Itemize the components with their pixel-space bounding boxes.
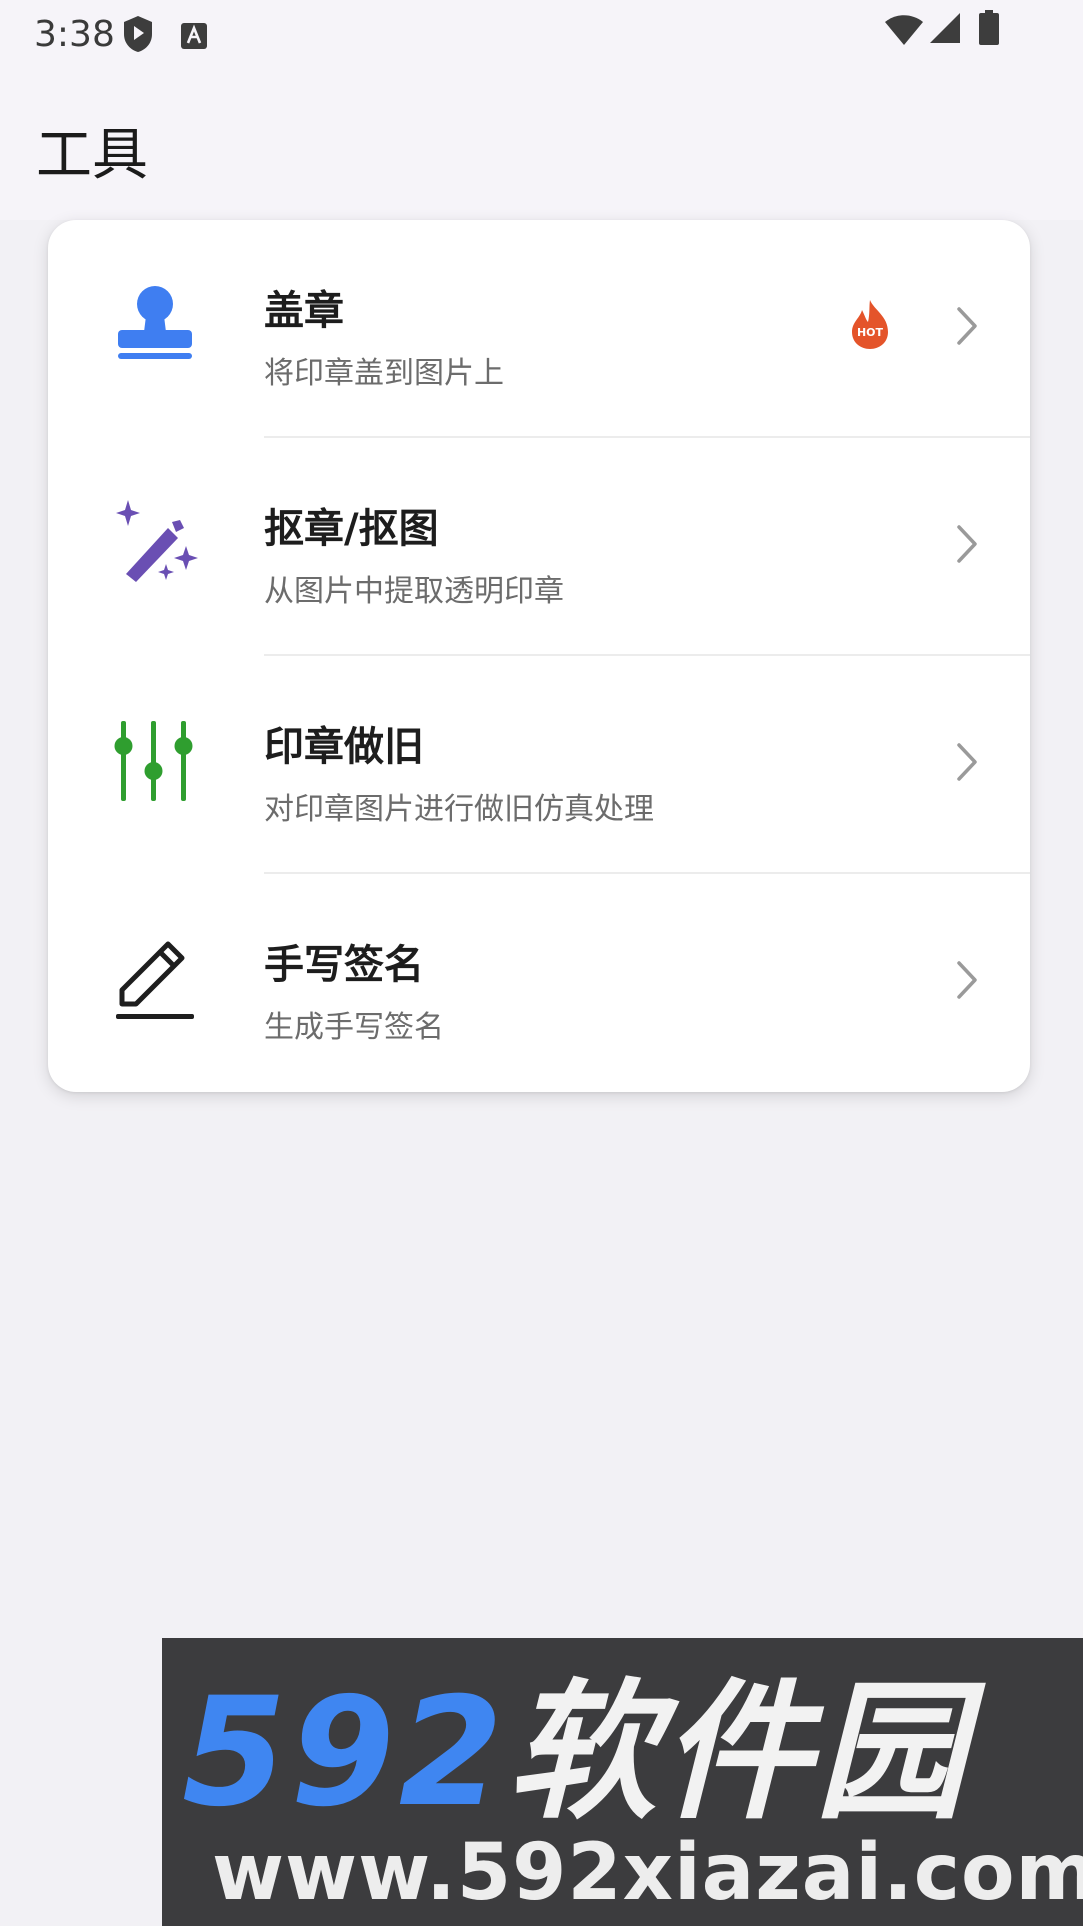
- tool-title: 盖章: [264, 288, 344, 334]
- tool-subtitle: 生成手写签名: [264, 1010, 444, 1045]
- tool-row-aging[interactable]: 印章做旧 对印章图片进行做旧仿真处理: [48, 656, 1030, 874]
- keyboard-a-icon: [181, 23, 207, 49]
- tool-row-stamp[interactable]: 盖章 将印章盖到图片上 HOT: [48, 220, 1030, 438]
- tools-card: 盖章 将印章盖到图片上 HOT 抠章/抠图 从图片中提取透明印章 印章做旧 对印…: [48, 220, 1030, 1092]
- tool-title: 手写签名: [264, 942, 424, 988]
- status-time: 3:38: [34, 14, 115, 55]
- hot-badge-text: HOT: [857, 326, 884, 339]
- tool-row-extract[interactable]: 抠章/抠图 从图片中提取透明印章: [48, 438, 1030, 656]
- shield-play-icon: [124, 16, 152, 52]
- hot-flame-icon: HOT: [852, 300, 888, 349]
- status-bar: 3:38: [0, 0, 1083, 70]
- watermark-url: www.592xiazai.com: [212, 1828, 1083, 1918]
- tool-subtitle: 从图片中提取透明印章: [264, 574, 564, 609]
- watermark-banner: 592软件园 www.592xiazai.com: [162, 1638, 1083, 1926]
- tool-row-signature[interactable]: 手写签名 生成手写签名: [48, 874, 1030, 1092]
- tool-subtitle: 对印章图片进行做旧仿真处理: [264, 792, 654, 827]
- battery-icon: [979, 10, 999, 45]
- pencil-icon: [116, 941, 194, 1019]
- stamp-icon: [118, 286, 192, 359]
- watermark-logo: 592软件园: [182, 1678, 969, 1828]
- tool-title: 抠章/抠图: [264, 506, 439, 552]
- wifi-icon: [885, 15, 923, 45]
- chevron-right-icon: [957, 307, 977, 345]
- magic-wand-icon: [116, 500, 198, 582]
- sliders-icon: [114, 721, 193, 801]
- watermark-logo-number: 592: [182, 1666, 508, 1840]
- page-title: 工具: [36, 123, 148, 188]
- signal-icon: [930, 13, 960, 43]
- chevron-right-icon: [957, 525, 977, 563]
- chevron-right-icon: [957, 961, 977, 999]
- watermark-logo-text: 软件园: [507, 1666, 970, 1840]
- chevron-right-icon: [957, 743, 977, 781]
- tool-title: 印章做旧: [264, 724, 424, 770]
- tool-subtitle: 将印章盖到图片上: [264, 356, 504, 391]
